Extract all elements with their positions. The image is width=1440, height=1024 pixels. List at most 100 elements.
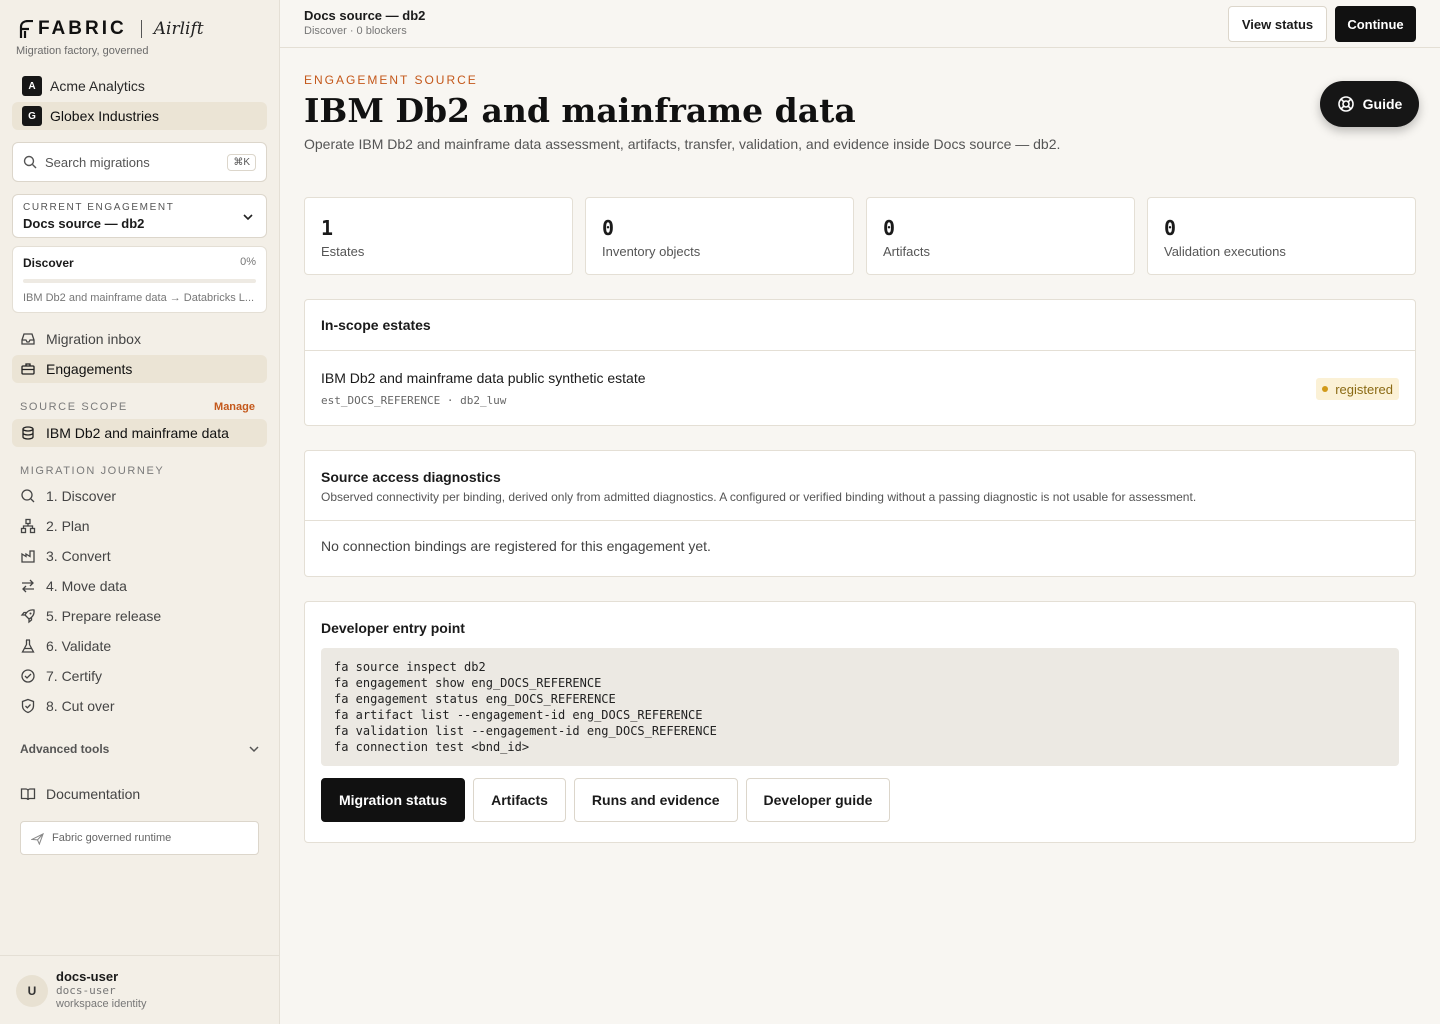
- engagement-selector[interactable]: CURRENT ENGAGEMENT Docs source — db2: [12, 194, 267, 238]
- advanced-tools-toggle[interactable]: Advanced tools: [20, 742, 260, 756]
- search-icon: [21, 489, 35, 503]
- guide-label: Guide: [1362, 96, 1403, 112]
- stat-estates: 1 Estates: [304, 197, 573, 275]
- search-input[interactable]: Search migrations ⌘K: [12, 142, 267, 182]
- stat-artifacts: 0 Artifacts: [866, 197, 1135, 275]
- stat-label: Inventory objects: [602, 244, 701, 259]
- developer-actions: Migration status Artifacts Runs and evid…: [321, 778, 1399, 822]
- runtime-indicator: Fabric governed runtime: [20, 821, 259, 855]
- topbar-title: Docs source — db2: [304, 8, 426, 23]
- user-profile[interactable]: U docs-user docs-user workspace identity: [0, 955, 279, 1024]
- brand-product: Airlift: [153, 19, 204, 39]
- status-badge-label: registered: [1335, 381, 1393, 397]
- status-dot-icon: [1322, 386, 1329, 392]
- nav-label: Documentation: [46, 786, 141, 802]
- search-shortcut: ⌘K: [227, 153, 256, 171]
- topbar-subtitle: Discover · 0 blockers: [304, 25, 407, 37]
- nav-step-certify[interactable]: 7. Certify: [12, 662, 267, 690]
- factory-icon: [21, 550, 35, 563]
- nav-step-plan[interactable]: 2. Plan: [12, 512, 267, 540]
- stat-value: 0: [602, 216, 615, 240]
- nav-label: 8. Cut over: [46, 698, 115, 714]
- org-switch-globex[interactable]: G Globex Industries: [12, 102, 267, 130]
- user-name: docs-user: [56, 969, 119, 984]
- inbox-icon: [21, 333, 35, 345]
- check-circle-icon: [21, 669, 35, 683]
- estate-meta: est_DOCS_REFERENCE · db2_luw: [321, 394, 507, 407]
- nav-documentation[interactable]: Documentation: [12, 780, 267, 808]
- user-role: workspace identity: [56, 998, 147, 1010]
- nav-step-cut-over[interactable]: 8. Cut over: [12, 692, 267, 720]
- nav-step-convert[interactable]: 3. Convert: [12, 542, 267, 570]
- org-badge: G: [22, 106, 42, 126]
- status-badge: registered: [1316, 378, 1399, 400]
- org-badge: A: [22, 76, 42, 96]
- page-eyebrow: ENGAGEMENT SOURCE: [304, 73, 478, 87]
- developer-card: Developer entry point fa source inspect …: [304, 601, 1416, 843]
- nav-step-discover[interactable]: 1. Discover: [12, 482, 267, 510]
- top-bar: Docs source — db2 Discover · 0 blockers …: [280, 0, 1440, 48]
- diagnostics-subtitle: Observed connectivity per binding, deriv…: [321, 490, 1197, 504]
- source-scope-item[interactable]: IBM Db2 and mainframe data: [12, 419, 267, 447]
- estates-card: In-scope estates IBM Db2 and mainframe d…: [304, 299, 1416, 426]
- nav-engagements[interactable]: Engagements: [12, 355, 267, 383]
- fabric-logo-icon: [19, 20, 33, 38]
- stat-value: 0: [1164, 216, 1177, 240]
- diagnostics-card: Source access diagnostics Observed conne…: [304, 450, 1416, 577]
- estates-title: In-scope estates: [321, 317, 431, 333]
- page-description: Operate IBM Db2 and mainframe data asses…: [304, 136, 1061, 152]
- avatar: U: [16, 975, 48, 1007]
- developer-guide-button[interactable]: Developer guide: [745, 778, 891, 822]
- database-icon: [22, 426, 34, 440]
- org-switch-acme[interactable]: A Acme Analytics: [12, 72, 267, 100]
- hierarchy-icon: [20, 518, 36, 534]
- nav-label: Migration inbox: [46, 331, 141, 347]
- phase-name: Discover: [23, 256, 74, 270]
- nav-label: 7. Certify: [46, 668, 103, 684]
- nav-step-prepare-release[interactable]: 5. Prepare release: [12, 602, 267, 630]
- developer-title: Developer entry point: [321, 620, 465, 636]
- phase-progress-bar: [23, 279, 256, 283]
- migration-status-button[interactable]: Migration status: [321, 778, 466, 822]
- stat-label: Validation executions: [1164, 244, 1286, 259]
- view-status-button[interactable]: View status: [1228, 6, 1327, 42]
- engagement-value: Docs source — db2: [23, 216, 145, 231]
- briefcase-icon: [21, 363, 35, 375]
- estate-name: IBM Db2 and mainframe data public synthe…: [321, 370, 646, 386]
- cli-code-block[interactable]: fa source inspect db2 fa engagement show…: [321, 648, 1399, 766]
- shield-check-icon: [21, 698, 35, 714]
- stat-value: 1: [321, 216, 334, 240]
- source-scope-label: SOURCE SCOPE: [20, 401, 128, 413]
- chevron-down-icon: [249, 746, 259, 753]
- guide-button[interactable]: Guide: [1320, 81, 1419, 127]
- runs-and-evidence-button[interactable]: Runs and evidence: [573, 778, 738, 822]
- plane-icon: [31, 832, 44, 845]
- artifacts-button[interactable]: Artifacts: [473, 778, 566, 822]
- nav-label: IBM Db2 and mainframe data: [46, 425, 229, 441]
- nav-migration-inbox[interactable]: Migration inbox: [12, 325, 267, 353]
- diagnostics-empty-state: No connection bindings are registered fo…: [321, 538, 711, 554]
- brand-separator: [140, 20, 142, 38]
- phase-progress-card: Discover 0% IBM Db2 and mainframe data →…: [12, 246, 267, 313]
- nav-step-validate[interactable]: 6. Validate: [12, 632, 267, 660]
- nav-step-move-data[interactable]: 4. Move data: [12, 572, 267, 600]
- nav-label: 6. Validate: [46, 638, 112, 654]
- search-icon: [23, 155, 37, 169]
- rocket-icon: [20, 609, 35, 624]
- journey-label: MIGRATION JOURNEY: [20, 465, 165, 477]
- engagement-label: CURRENT ENGAGEMENT: [23, 202, 175, 213]
- brand[interactable]: FABRIC Airlift: [18, 18, 204, 40]
- manage-scope-link[interactable]: Manage: [214, 401, 255, 413]
- book-icon: [20, 788, 36, 801]
- search-placeholder: Search migrations: [45, 154, 150, 170]
- estates-card-header: In-scope estates: [305, 300, 1415, 351]
- stat-value: 0: [883, 216, 896, 240]
- continue-button[interactable]: Continue: [1335, 6, 1416, 42]
- developer-card-header: Developer entry point: [305, 602, 1415, 648]
- flask-icon: [21, 639, 35, 653]
- stat-validation-executions: 0 Validation executions: [1147, 197, 1416, 275]
- nav-label: 3. Convert: [46, 548, 111, 564]
- org-name: Acme Analytics: [50, 78, 145, 94]
- nav-label: 1. Discover: [46, 488, 117, 504]
- runtime-label: Fabric governed runtime: [52, 832, 172, 844]
